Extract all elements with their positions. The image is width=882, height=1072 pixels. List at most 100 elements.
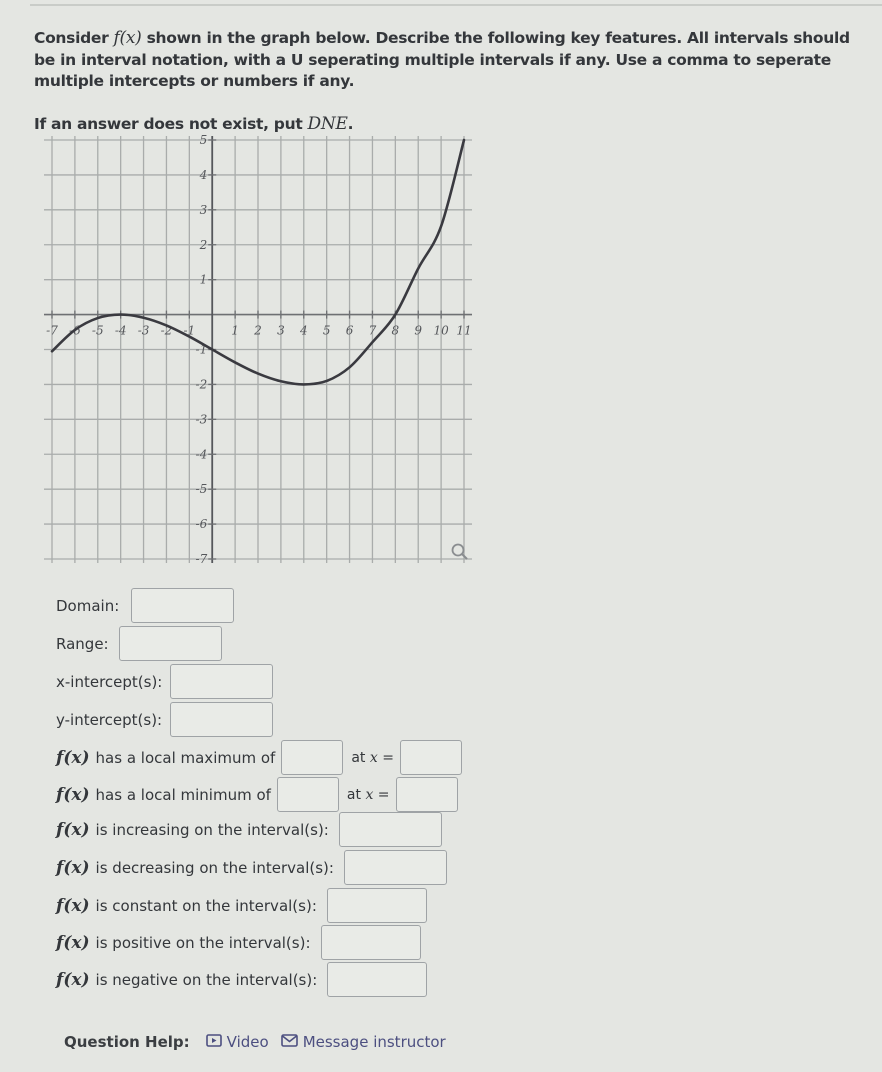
negative-row: f(x) is negative on the interval(s): [56, 962, 428, 997]
increasing-row: f(x) is increasing on the interval(s): [56, 812, 442, 847]
local-min-x-box[interactable] [395, 777, 458, 812]
x-equals: x = [369, 749, 394, 766]
constant-label: is constant on the interval(s): [95, 896, 317, 915]
local-max-x-input[interactable] [400, 741, 461, 774]
fx-text: f(x) [56, 857, 90, 878]
local-max-row: f(x) has a local maximum of at x = [56, 740, 462, 775]
x-tick-label: -5 [92, 324, 104, 338]
fx-label: f(x) [56, 748, 90, 768]
x-tick-label: 8 [392, 324, 400, 338]
video-link[interactable]: Video [205, 1033, 269, 1051]
fx-text: f(x) [56, 819, 90, 840]
x-tick-label: 1 [231, 324, 239, 338]
fx-text: f(x) [56, 784, 90, 805]
negative-input-box[interactable] [327, 962, 428, 997]
constant-row: f(x) is constant on the interval(s): [56, 888, 427, 923]
domain-row: Domain: [56, 588, 235, 623]
increasing-input[interactable] [339, 813, 441, 846]
x-tick-label: 10 [433, 324, 449, 338]
x-tick-label: 9 [414, 324, 422, 338]
y-tick-label: 4 [199, 168, 208, 182]
y-intercept-row: y-intercept(s): [56, 702, 274, 737]
x-tick-label: 2 [253, 324, 262, 338]
increasing-input-box[interactable] [338, 812, 442, 847]
x-tick-label: 11 [456, 324, 471, 338]
fx-label: f(x) [56, 858, 90, 878]
local-min-x-input[interactable] [396, 778, 457, 811]
mail-icon [280, 1033, 298, 1051]
fx-text: f(x) [56, 895, 90, 916]
x-intercept-label: x-intercept(s): [56, 672, 163, 691]
constant-input[interactable] [327, 889, 426, 922]
local-min-row: f(x) has a local minimum of at x = [56, 777, 458, 812]
y-tick-label: -6 [196, 517, 208, 531]
message-instructor-text[interactable]: Message instructor [303, 1033, 446, 1051]
fx-label: f(x) [56, 896, 90, 916]
video-icon [205, 1033, 222, 1051]
x-intercept-row: x-intercept(s): [56, 664, 274, 699]
fx-text: f(x) [56, 932, 90, 953]
range-label: Range: [56, 634, 109, 653]
fx-label: f(x) [56, 933, 90, 953]
range-row: Range: [56, 626, 222, 661]
decreasing-input[interactable] [344, 851, 446, 884]
local-min-value-box[interactable] [276, 777, 339, 812]
decreasing-input-box[interactable] [343, 850, 447, 885]
positive-input[interactable] [321, 926, 420, 959]
local-max-label: has a local maximum of [95, 748, 276, 767]
x-intercept-input-box[interactable] [170, 664, 274, 699]
local-max-x-box[interactable] [399, 740, 462, 775]
decreasing-row: f(x) is decreasing on the interval(s): [56, 850, 447, 885]
fx-label: f(x) [56, 970, 90, 990]
magnifier-icon[interactable] [451, 543, 468, 560]
domain-input-box[interactable] [131, 588, 235, 623]
local-max-value-box[interactable] [281, 740, 344, 775]
grid [44, 136, 472, 563]
x-tick-label: -7 [46, 324, 58, 338]
local-min-value-input[interactable] [277, 778, 338, 811]
local-min-label: has a local minimum of [95, 785, 271, 804]
y-intercept-input-box[interactable] [170, 702, 274, 737]
x-tick-label: 4 [299, 324, 308, 338]
question-help: Question Help: Video Message instructor [64, 1033, 458, 1051]
x-tick-label: 3 [277, 324, 285, 338]
range-input-box[interactable] [118, 626, 222, 661]
positive-label: is positive on the interval(s): [95, 933, 311, 952]
x-tick-label: 5 [323, 324, 331, 338]
video-link-text[interactable]: Video [227, 1033, 269, 1051]
y-tick-label: -2 [196, 377, 208, 391]
local-max-value-input[interactable] [282, 741, 343, 774]
fx-text: f(x) [56, 747, 90, 768]
constant-input-box[interactable] [326, 888, 427, 923]
x-tick-label: -4 [115, 324, 127, 338]
positive-input-box[interactable] [320, 925, 421, 960]
function-graph: -7 -6 -5 -4 -3 -2 -1 1 2 3 4 5 6 7 8 9 10 1154321-1-2-3-4… [44, 133, 472, 566]
y-intercept-label: y-intercept(s): [56, 710, 163, 729]
x-tick-label: 6 [346, 324, 354, 338]
message-instructor-link[interactable]: Message instructor [280, 1033, 446, 1051]
range-input[interactable] [119, 627, 221, 660]
y-tick-label: -5 [196, 482, 208, 496]
y-tick-label: 2 [199, 238, 208, 252]
fx-label: f(x) [56, 820, 90, 840]
y-tick-label: -3 [196, 412, 208, 426]
y-tick-label: 5 [200, 133, 208, 147]
y-intercept-input[interactable] [171, 703, 273, 736]
y-tick-label: -7 [196, 552, 208, 566]
x-tick-label: 7 [369, 324, 377, 338]
y-tick-label: 3 [200, 203, 208, 217]
positive-row: f(x) is positive on the interval(s): [56, 925, 421, 960]
x-tick-label: -3 [138, 324, 150, 338]
fx-label: f(x) [56, 785, 90, 805]
at-text: at [346, 786, 361, 803]
question-help-label: Question Help: [64, 1033, 190, 1051]
domain-input[interactable] [132, 589, 234, 622]
increasing-label: is increasing on the interval(s): [95, 820, 329, 839]
y-tick-label: -4 [196, 447, 208, 461]
negative-input[interactable] [328, 963, 427, 996]
at-x-label: at x = [351, 750, 394, 766]
x-intercept-input[interactable] [171, 665, 273, 698]
at-text: at [351, 749, 366, 766]
fx-text: f(x) [56, 969, 90, 990]
y-tick-label: 1 [200, 273, 208, 287]
